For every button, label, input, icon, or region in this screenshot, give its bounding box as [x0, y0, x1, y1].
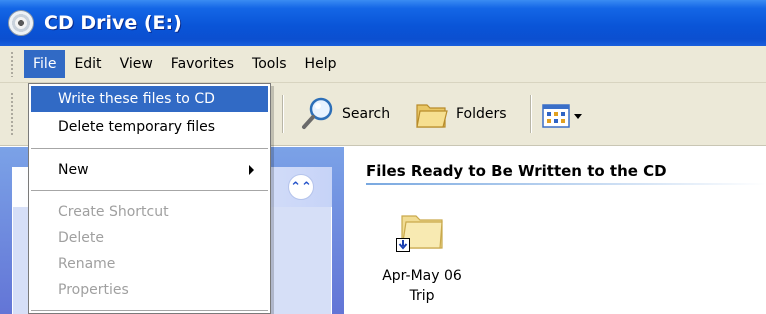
menu-item-write-files-to-cd[interactable]: Write these files to CD [31, 86, 268, 112]
menu-edit[interactable]: Edit [65, 50, 110, 78]
menubar-grip[interactable] [10, 51, 14, 77]
menu-bar: File Edit View Favorites Tools Help [0, 46, 766, 83]
menu-item-delete: Delete [58, 230, 104, 246]
menu-item-delete-temporary-files[interactable]: Delete temporary files [31, 114, 268, 140]
menu-separator [31, 190, 268, 191]
views-icon [542, 104, 570, 128]
folder-label-line1: Apr-May 06 [382, 268, 462, 284]
section-divider [366, 183, 766, 185]
search-icon [302, 97, 333, 129]
menu-tools[interactable]: Tools [243, 50, 296, 78]
toolbar-separator [282, 95, 284, 133]
views-button[interactable] [542, 96, 583, 136]
search-button[interactable]: Search [300, 94, 390, 134]
title-bar: CD Drive (E:) [0, 0, 766, 46]
folders-button[interactable]: Folders [414, 94, 507, 134]
submenu-arrow-icon [249, 165, 254, 175]
menu-item-new-label: New [58, 162, 89, 178]
toolbar-separator [530, 95, 532, 133]
collapse-icon[interactable]: ⌃⌃ [288, 174, 314, 200]
folders-icon [416, 104, 448, 128]
pending-write-icon [396, 238, 410, 252]
toolbar-grip[interactable] [10, 92, 14, 136]
menu-file[interactable]: File [24, 50, 66, 78]
cd-drive-icon [8, 10, 34, 36]
folders-label: Folders [456, 106, 507, 122]
menu-help[interactable]: Help [296, 50, 346, 78]
menu-separator [31, 148, 268, 149]
menu-item-create-shortcut: Create Shortcut [58, 204, 169, 220]
menu-item-rename: Rename [58, 256, 116, 272]
window-title: CD Drive (E:) [44, 12, 182, 34]
menu-view[interactable]: View [111, 50, 162, 78]
file-menu-dropdown: Write these files to CD Delete temporary… [28, 83, 271, 314]
dropdown-arrow-icon [574, 114, 582, 119]
menu-item-properties: Properties [58, 282, 129, 298]
section-title: Files Ready to Be Written to the CD [366, 162, 667, 180]
search-label: Search [342, 106, 391, 122]
menu-item-new[interactable]: New [31, 157, 268, 183]
folder-label[interactable]: Apr-May 06 Trip [362, 266, 482, 306]
menu-favorites[interactable]: Favorites [162, 50, 243, 78]
menu-separator [31, 310, 268, 311]
folder-label-line2: Trip [409, 288, 435, 304]
